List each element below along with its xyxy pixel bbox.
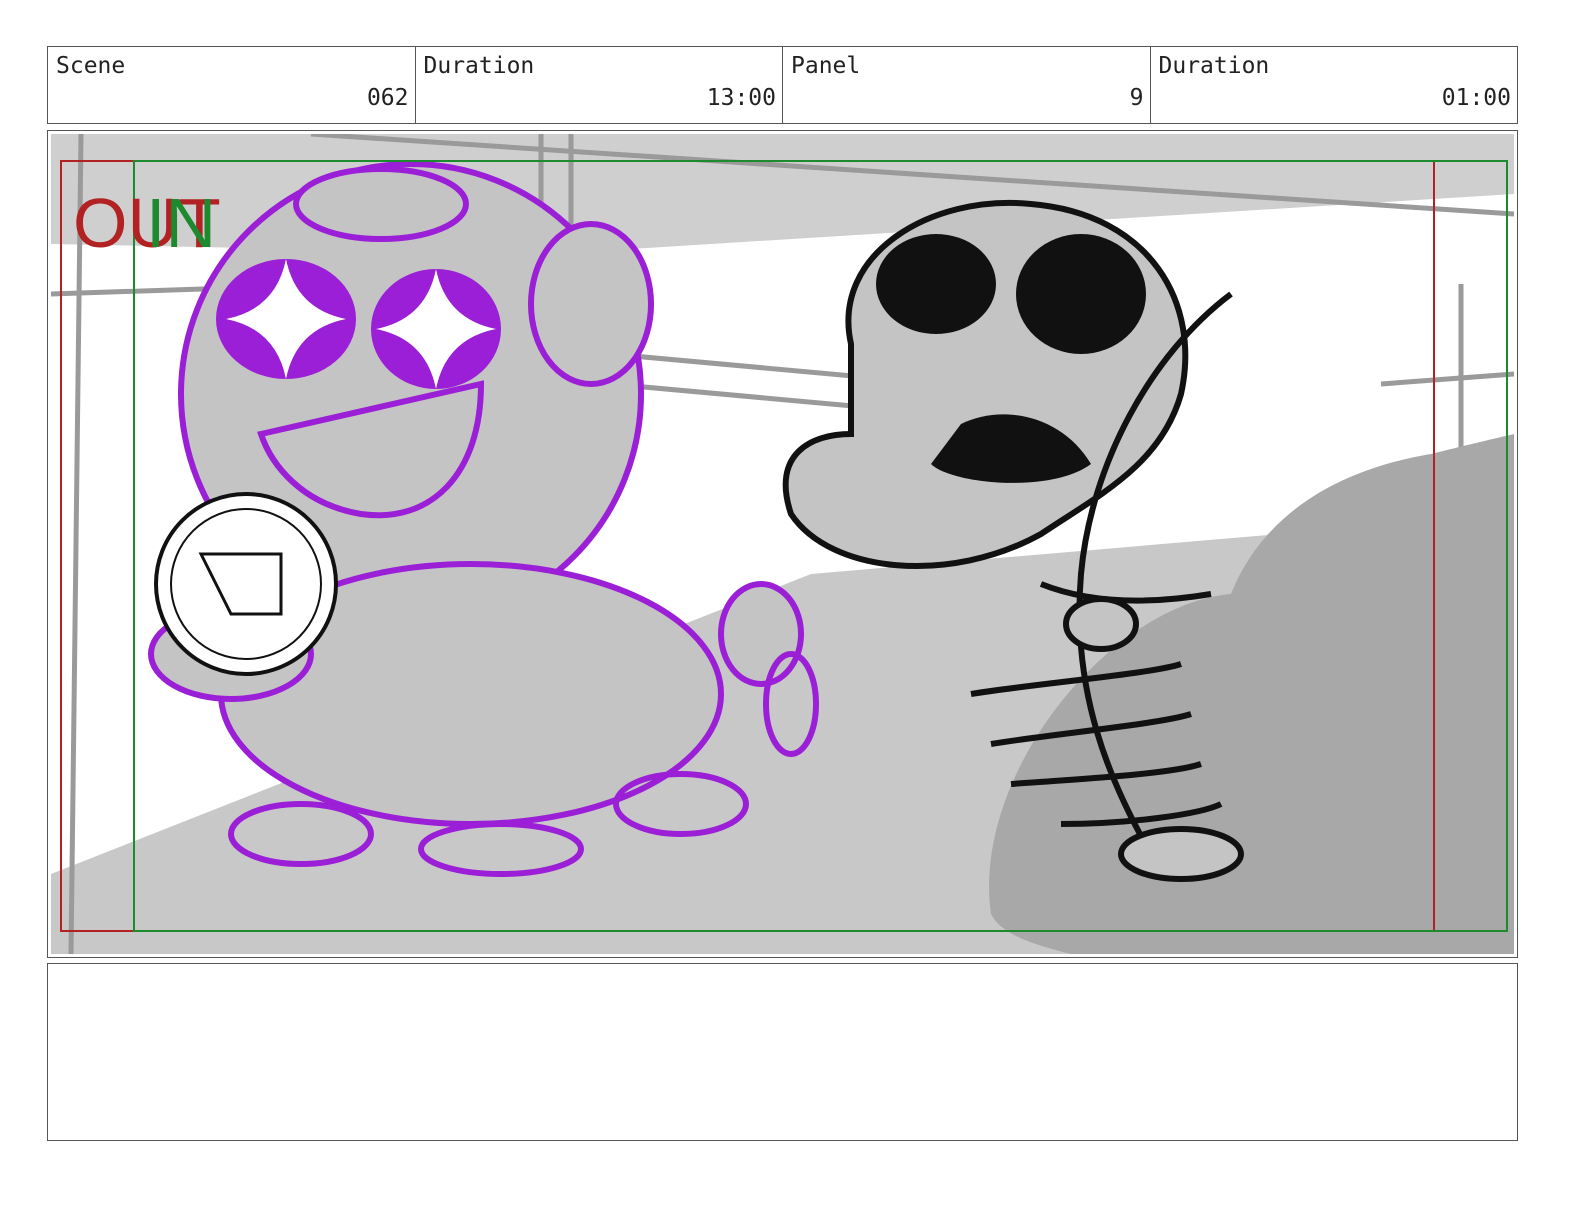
panel-artwork: OUT IN: [51, 134, 1514, 954]
panel-duration-value[interactable]: 01:00: [1442, 85, 1511, 111]
scene-cell: Scene 062: [48, 47, 416, 123]
scene-label: Scene: [56, 53, 126, 79]
panel-duration-label: Duration: [1158, 53, 1270, 79]
panel-label: Panel: [791, 53, 861, 79]
scene-number[interactable]: 062: [367, 85, 409, 111]
panel-cell: Panel 9: [783, 47, 1151, 123]
scene-duration-value[interactable]: 13:00: [707, 85, 776, 111]
panel-notes[interactable]: [47, 963, 1518, 1141]
scene-duration-label: Duration: [423, 53, 535, 79]
panel-number[interactable]: 9: [1130, 85, 1144, 111]
scene-duration-cell: Duration 13:00: [416, 47, 783, 123]
storyboard-panel[interactable]: OUT IN: [47, 130, 1518, 958]
in-frame-label: IN: [146, 184, 216, 262]
panel-info-header: Scene 062 Duration 13:00 Panel 9 Duratio…: [47, 46, 1518, 124]
panel-duration-cell: Duration 01:00: [1151, 47, 1518, 123]
coin: [154, 492, 338, 676]
